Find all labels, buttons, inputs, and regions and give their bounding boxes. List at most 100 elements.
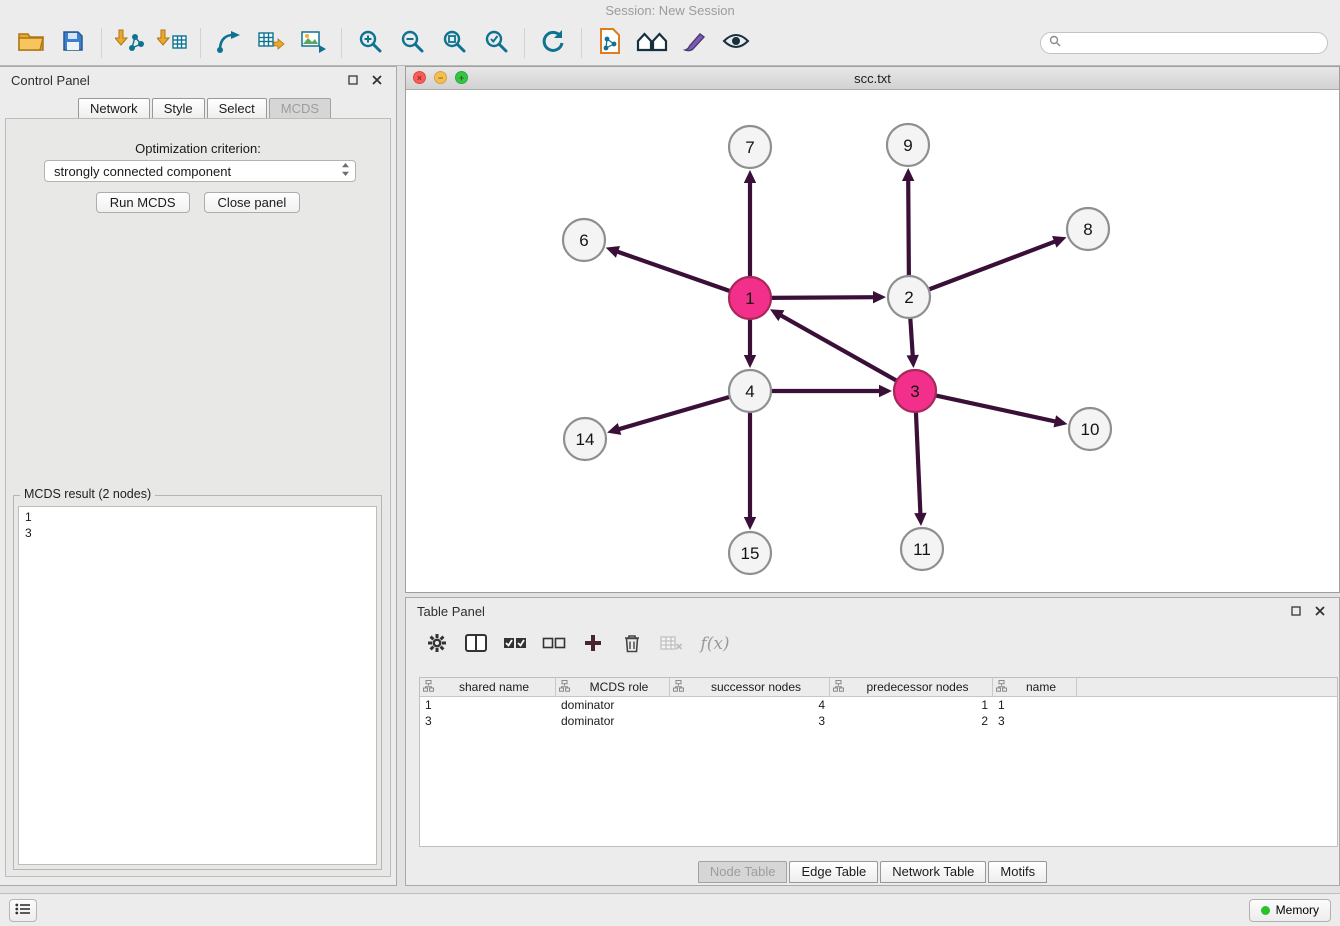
- graph-edge-3-10[interactable]: [933, 395, 1058, 422]
- tab-style[interactable]: Style: [152, 98, 205, 120]
- graph-node-14[interactable]: 14: [564, 418, 606, 460]
- tab-network-table[interactable]: Network Table: [880, 861, 986, 883]
- graph-node-label: 2: [904, 288, 913, 307]
- zoom-fit-icon: [442, 29, 467, 57]
- column-header-shared-name[interactable]: shared name: [420, 678, 556, 696]
- graph-node-11[interactable]: 11: [901, 528, 943, 570]
- column-header-name[interactable]: name: [993, 678, 1077, 696]
- table-row[interactable]: 1dominator411: [420, 697, 1337, 713]
- minimize-window-button[interactable]: −: [434, 71, 447, 84]
- tab-motifs[interactable]: Motifs: [988, 861, 1047, 883]
- graph-node-15[interactable]: 15: [729, 532, 771, 574]
- apply-style-button[interactable]: [673, 24, 715, 62]
- select-all-columns-button[interactable]: [502, 630, 528, 658]
- memory-status-icon: [1261, 906, 1270, 915]
- maximize-window-button[interactable]: +: [455, 71, 468, 84]
- column-header-predecessor-nodes[interactable]: predecessor nodes: [830, 678, 993, 696]
- graph-edge-4-14[interactable]: [617, 396, 733, 430]
- tab-node-table[interactable]: Node Table: [698, 861, 788, 883]
- graph-edge-3-1[interactable]: [779, 314, 900, 382]
- graph-edge-2-9[interactable]: [908, 178, 909, 279]
- float-panel-button[interactable]: [345, 72, 361, 88]
- network-window-title: scc.txt: [854, 71, 891, 86]
- close-table-panel-button[interactable]: [1312, 603, 1328, 619]
- paintbrush-icon: [682, 29, 706, 56]
- tab-select[interactable]: Select: [207, 98, 267, 120]
- column-header-successor-nodes[interactable]: successor nodes: [670, 678, 830, 696]
- new-network-button[interactable]: [208, 24, 250, 62]
- table-panel-tabs: Node TableEdge TableNetwork TableMotifs: [406, 861, 1339, 883]
- memory-button[interactable]: Memory: [1249, 899, 1331, 922]
- first-neighbors-button[interactable]: [631, 24, 673, 62]
- export-table-button[interactable]: [250, 24, 292, 62]
- graph-node-4[interactable]: 4: [729, 370, 771, 412]
- graph-node-6[interactable]: 6: [563, 219, 605, 261]
- graph-node-3[interactable]: 3: [894, 370, 936, 412]
- graph-edge-2-3[interactable]: [910, 315, 913, 358]
- run-mcds-button[interactable]: Run MCDS: [96, 192, 190, 213]
- gear-icon: [427, 633, 447, 656]
- delete-column-button[interactable]: [619, 630, 645, 658]
- open-session-button[interactable]: [10, 24, 52, 62]
- graph-node-10[interactable]: 10: [1069, 408, 1111, 450]
- import-network-button[interactable]: [109, 24, 151, 62]
- optimization-criterion-select[interactable]: strongly connected component: [44, 160, 356, 182]
- table-settings-button[interactable]: [424, 630, 450, 658]
- refresh-button[interactable]: [532, 24, 574, 62]
- import-table-button[interactable]: [151, 24, 193, 62]
- zoom-in-button[interactable]: [349, 24, 391, 62]
- close-panel-button[interactable]: [369, 72, 385, 88]
- network-window-titlebar[interactable]: × − + scc.txt: [406, 67, 1339, 90]
- tab-network[interactable]: Network: [78, 98, 150, 120]
- graph-node-8[interactable]: 8: [1067, 208, 1109, 250]
- tab-mcds[interactable]: MCDS: [269, 98, 331, 120]
- graph-edge-arrowhead: [744, 170, 756, 183]
- network-canvas[interactable]: 7 9 6 8 1 2 4 3 14 10 15 11: [406, 90, 1339, 592]
- create-column-button[interactable]: [580, 630, 606, 658]
- deselect-all-columns-button[interactable]: [541, 630, 567, 658]
- save-session-button[interactable]: [52, 24, 94, 62]
- function-builder-button: f(x): [697, 630, 733, 658]
- import-network-icon: [115, 29, 145, 57]
- table-row[interactable]: 3dominator323: [420, 713, 1337, 729]
- graph-node-9[interactable]: 9: [887, 124, 929, 166]
- graph-edge-arrowhead: [744, 355, 756, 368]
- tab-edge-table[interactable]: Edge Table: [789, 861, 878, 883]
- column-type-icon: [833, 680, 844, 695]
- show-graphics-details-button[interactable]: [715, 24, 757, 62]
- table-cell: dominator: [556, 698, 670, 712]
- new-network-from-selection-button[interactable]: [589, 24, 631, 62]
- plus-icon: [584, 634, 602, 655]
- show-columns-button[interactable]: [463, 630, 489, 658]
- table-panel-header: Table Panel: [406, 598, 1339, 624]
- column-header-mcds-role[interactable]: MCDS role: [556, 678, 670, 696]
- graph-node-label: 6: [579, 231, 588, 250]
- mcds-buttons-row: Run MCDS Close panel: [6, 192, 390, 213]
- close-panel-button-mcds[interactable]: Close panel: [204, 192, 301, 213]
- zoom-in-icon: [358, 29, 383, 57]
- control-panel-header: Control Panel: [0, 67, 396, 93]
- graph-edge-2-8[interactable]: [926, 241, 1057, 291]
- export-image-button[interactable]: [292, 24, 334, 62]
- graph-edge-3-11[interactable]: [916, 409, 921, 516]
- mcds-result-title: MCDS result (2 nodes): [20, 487, 155, 501]
- search-input[interactable]: [1066, 35, 1319, 51]
- graph-node-7[interactable]: 7: [729, 126, 771, 168]
- zoom-fit-button[interactable]: [433, 24, 475, 62]
- toolbar-separator: [581, 28, 582, 58]
- mcds-result-text[interactable]: 1 3: [18, 506, 377, 865]
- graph-node-1[interactable]: 1: [729, 277, 771, 319]
- zoom-out-button[interactable]: [391, 24, 433, 62]
- toolbar-separator: [101, 28, 102, 58]
- graph-node-2[interactable]: 2: [888, 276, 930, 318]
- zoom-selected-button[interactable]: [475, 24, 517, 62]
- task-history-button[interactable]: [9, 899, 37, 922]
- mcds-result-group: MCDS result (2 nodes) 1 3: [13, 495, 382, 870]
- float-table-panel-button[interactable]: [1288, 603, 1304, 619]
- close-window-button[interactable]: ×: [413, 71, 426, 84]
- table-cell: 3: [670, 714, 830, 728]
- graph-edge-1-2[interactable]: [768, 297, 876, 298]
- graph-edge-1-6[interactable]: [615, 251, 733, 292]
- select-arrows-icon: [341, 162, 350, 180]
- control-panel-tabs: NetworkStyleSelectMCDS: [78, 98, 331, 120]
